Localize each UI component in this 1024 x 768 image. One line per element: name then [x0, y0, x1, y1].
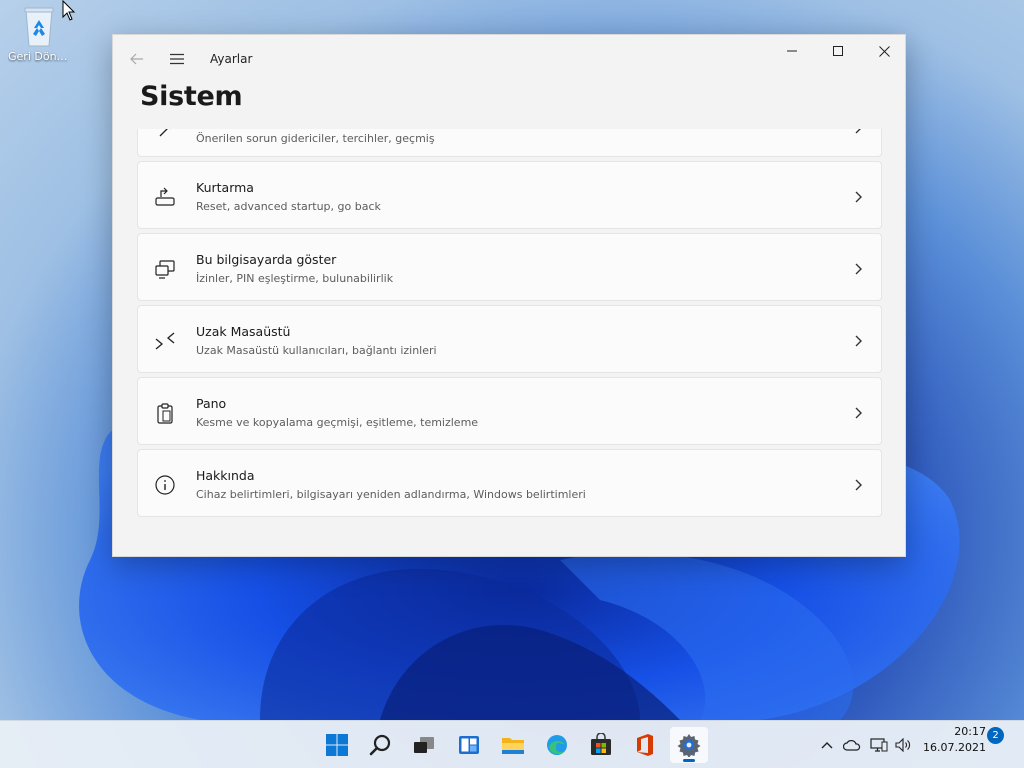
speaker-icon	[895, 738, 910, 752]
chevron-up-icon	[821, 742, 833, 749]
network-tray-button[interactable]	[868, 721, 890, 768]
store-icon	[591, 733, 611, 755]
troubleshoot-icon	[154, 129, 176, 142]
settings-item-title: Bu bilgisayarda göster	[196, 252, 337, 267]
recycle-bin-desktop-icon[interactable]: Geri Dönüşü...	[8, 4, 70, 63]
notification-count-badge[interactable]: 2	[987, 727, 1004, 744]
settings-item-title: Pano	[196, 396, 227, 411]
clipboard-icon	[154, 402, 176, 424]
projecting-icon	[154, 258, 176, 280]
chevron-right-icon	[853, 189, 863, 203]
chevron-right-icon	[853, 477, 863, 491]
settings-item-title: Uzak Masaüstü	[196, 324, 291, 339]
chevron-right-icon	[853, 129, 863, 134]
recycle-bin-icon	[22, 4, 56, 48]
settings-item-title: Hakkında	[196, 468, 255, 483]
info-icon	[154, 474, 176, 496]
settings-item-projecting[interactable]: Bu bilgisayarda göster İzinler, PIN eşle…	[137, 233, 882, 301]
search-button[interactable]	[362, 727, 400, 763]
office-icon	[637, 734, 653, 756]
edge-icon	[547, 735, 567, 755]
clock-date: 16.07.2021	[923, 741, 986, 754]
settings-item-subtitle: Reset, advanced startup, go back	[196, 200, 381, 213]
minimize-icon	[787, 50, 797, 52]
settings-item-remote-desktop[interactable]: Uzak Masaüstü Uzak Masaüstü kullanıcılar…	[137, 305, 882, 373]
start-button[interactable]	[318, 727, 356, 763]
settings-item-clipboard[interactable]: Pano Kesme ve kopyalama geçmişi, eşitlem…	[137, 377, 882, 445]
store-button[interactable]	[582, 727, 620, 763]
settings-item-subtitle: İzinler, PIN eşleştirme, bulunabilirlik	[196, 272, 394, 285]
settings-item-subtitle: Uzak Masaüstü kullanıcıları, bağlantı iz…	[196, 344, 437, 357]
start-icon	[326, 734, 348, 756]
settings-icon	[677, 734, 701, 757]
show-hidden-icons-button[interactable]	[816, 721, 838, 768]
chevron-right-icon	[853, 261, 863, 275]
close-button[interactable]	[861, 35, 907, 67]
maximize-icon	[833, 46, 843, 56]
remote-desktop-icon	[154, 330, 176, 352]
minimize-button[interactable]	[769, 35, 815, 67]
settings-item-about[interactable]: Hakkında Cihaz belirtimleri, bilgisayarı…	[137, 449, 882, 517]
onedrive-cloud-icon	[843, 740, 861, 751]
active-app-indicator	[683, 759, 695, 762]
maximize-button[interactable]	[815, 35, 861, 67]
onedrive-tray-button[interactable]	[840, 721, 864, 768]
mouse-cursor-icon	[62, 0, 76, 26]
app-title: Ayarlar	[210, 52, 253, 66]
settings-item-subtitle: Cihaz belirtimleri, bilgisayarı yeniden …	[196, 488, 586, 501]
back-arrow-icon	[130, 53, 143, 65]
taskbar: 20:17 16.07.2021	[0, 720, 1024, 768]
taskbar-clock[interactable]: 20:17 16.07.2021	[920, 724, 986, 756]
settings-list[interactable]: Önerilen sorun gidericiler, tercihler, g…	[113, 129, 905, 557]
title-bar[interactable]: Ayarlar	[113, 35, 905, 85]
recovery-icon	[154, 186, 176, 208]
settings-item-recovery[interactable]: Kurtarma Reset, advanced startup, go bac…	[137, 161, 882, 229]
volume-tray-button[interactable]	[892, 721, 914, 768]
search-icon	[369, 734, 391, 756]
page-title: Sistem	[140, 81, 243, 112]
back-button[interactable]	[125, 47, 149, 71]
network-icon	[870, 738, 888, 752]
close-icon	[878, 45, 890, 57]
task-view-button[interactable]	[405, 727, 443, 763]
settings-window: Ayarlar Sistem Önerilen sorun gidericile…	[112, 34, 906, 557]
widgets-icon	[459, 736, 479, 754]
settings-item-subtitle: Önerilen sorun gidericiler, tercihler, g…	[196, 132, 435, 145]
settings-item-troubleshoot[interactable]: Önerilen sorun gidericiler, tercihler, g…	[137, 129, 882, 157]
settings-taskbar-button[interactable]	[670, 727, 708, 763]
settings-item-subtitle: Kesme ve kopyalama geçmişi, eşitleme, te…	[196, 416, 479, 429]
file-explorer-icon	[502, 738, 524, 754]
office-button[interactable]	[626, 727, 664, 763]
hamburger-icon	[170, 53, 184, 65]
settings-item-title: Kurtarma	[196, 180, 254, 195]
file-explorer-button[interactable]	[494, 727, 532, 763]
chevron-right-icon	[853, 333, 863, 347]
navigation-menu-button[interactable]	[165, 47, 189, 71]
recycle-bin-label: Geri Dönüşü...	[8, 50, 70, 63]
clock-time: 20:17	[954, 725, 986, 738]
task-view-icon	[414, 737, 434, 753]
edge-button[interactable]	[538, 727, 576, 763]
widgets-button[interactable]	[450, 727, 488, 763]
chevron-right-icon	[853, 405, 863, 419]
